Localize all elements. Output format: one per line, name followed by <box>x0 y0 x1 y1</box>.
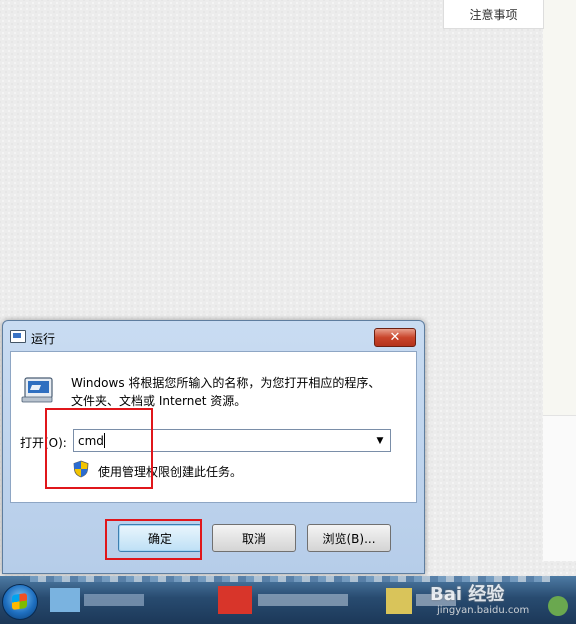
highlight-box-ok <box>105 519 202 560</box>
taskbar-item-1[interactable] <box>50 588 80 612</box>
run-description: Windows 将根据您所输入的名称，为您打开相应的程序、文件夹、文档或 Int… <box>71 376 381 408</box>
notice-tab[interactable]: 注意事项 <box>443 0 544 29</box>
tray-icon[interactable] <box>548 596 568 616</box>
highlight-box-input <box>45 408 153 489</box>
cancel-button[interactable]: 取消 <box>212 524 296 552</box>
run-dialog-titlebar[interactable]: 运行 ✕ <box>3 321 424 351</box>
watermark-url: jingyan.baidu.com <box>437 605 530 616</box>
taskbar-item-3[interactable] <box>386 588 412 614</box>
watermark-brand: Bai 经验 <box>430 584 505 605</box>
taskbar-item-1-label <box>84 594 144 606</box>
dropdown-arrow-icon[interactable]: ▼ <box>370 430 390 451</box>
taskbar-item-2-label <box>258 594 348 606</box>
close-button[interactable]: ✕ <box>374 328 416 347</box>
run-dialog-title: 运行 <box>31 332 56 346</box>
run-window-icon <box>10 330 26 343</box>
page-right-panel <box>543 415 576 561</box>
run-program-icon <box>21 377 53 403</box>
browse-button[interactable]: 浏览(B)... <box>307 524 391 552</box>
taskbar-item-2[interactable] <box>218 586 252 614</box>
start-button[interactable] <box>2 584 38 620</box>
